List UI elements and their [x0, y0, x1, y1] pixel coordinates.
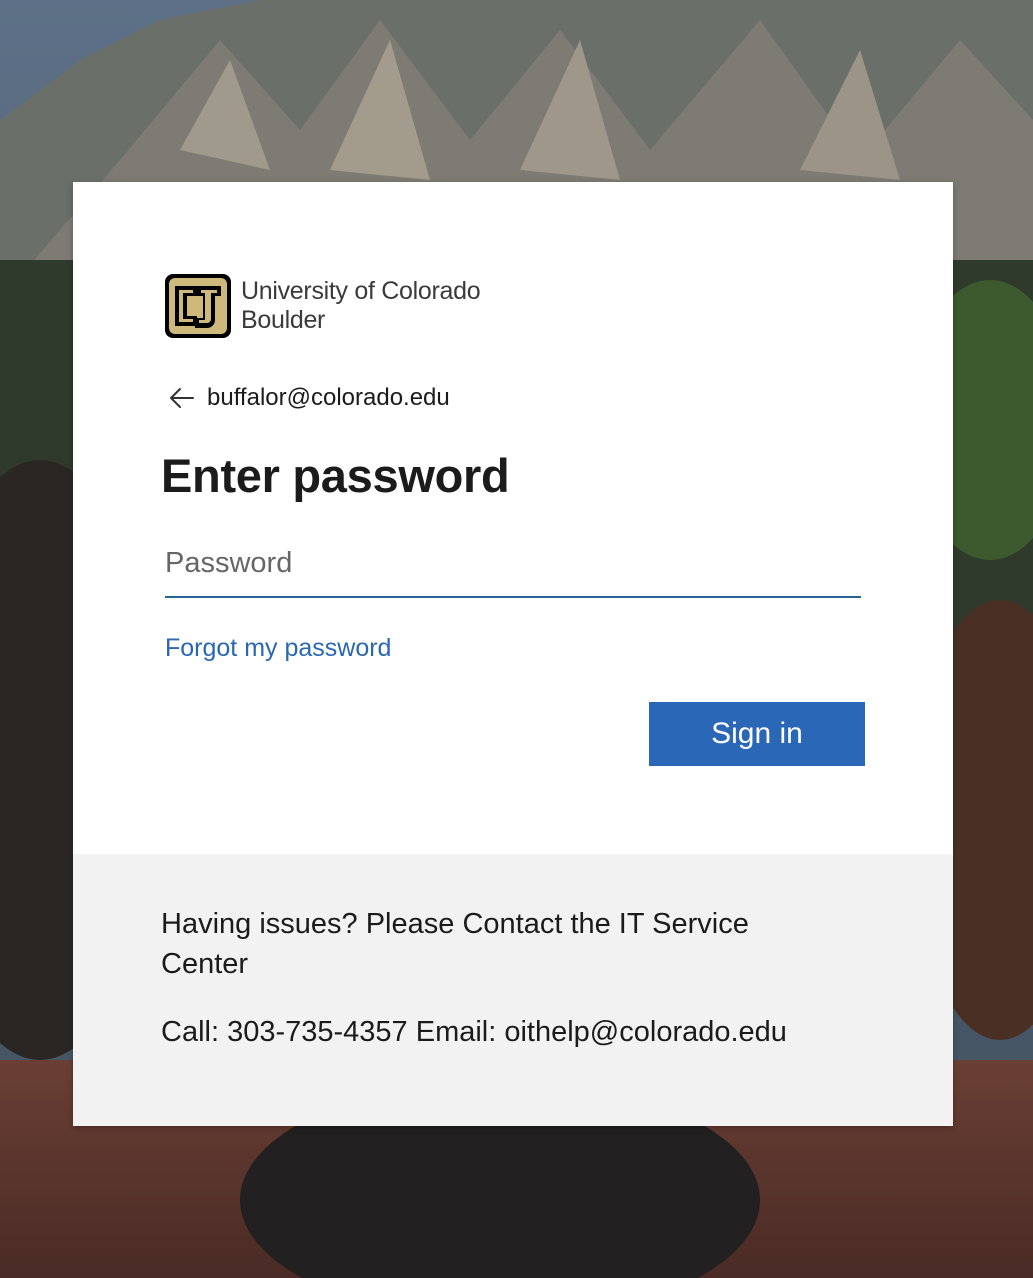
cu-logo-icon — [165, 274, 231, 338]
identity-back-button[interactable]: buffalor@colorado.edu — [169, 384, 450, 412]
brand-line-1: University of Colorado — [241, 277, 481, 305]
help-text: Having issues? Please Contact the IT Ser… — [161, 908, 749, 980]
signin-panel: University of Colorado Boulder buffalor@… — [73, 182, 953, 854]
forgot-password-link[interactable]: Forgot my password — [165, 634, 391, 663]
signin-card: University of Colorado Boulder buffalor@… — [73, 182, 953, 1126]
contact-info: Call: 303-735-4357 Email: oithelp@colora… — [161, 1016, 787, 1048]
sign-in-button[interactable]: Sign in — [649, 702, 865, 766]
brand-wordmark: University of Colorado Boulder — [241, 277, 481, 335]
brand-line-2: Boulder — [241, 306, 326, 334]
brand-logo: University of Colorado Boulder — [163, 272, 481, 340]
back-arrow-icon — [170, 388, 194, 408]
password-field[interactable] — [165, 538, 861, 598]
identity-email: buffalor@colorado.edu — [207, 384, 450, 411]
page-title: Enter password — [161, 449, 510, 502]
help-footer: Having issues? Please Contact the IT Ser… — [73, 854, 953, 1126]
